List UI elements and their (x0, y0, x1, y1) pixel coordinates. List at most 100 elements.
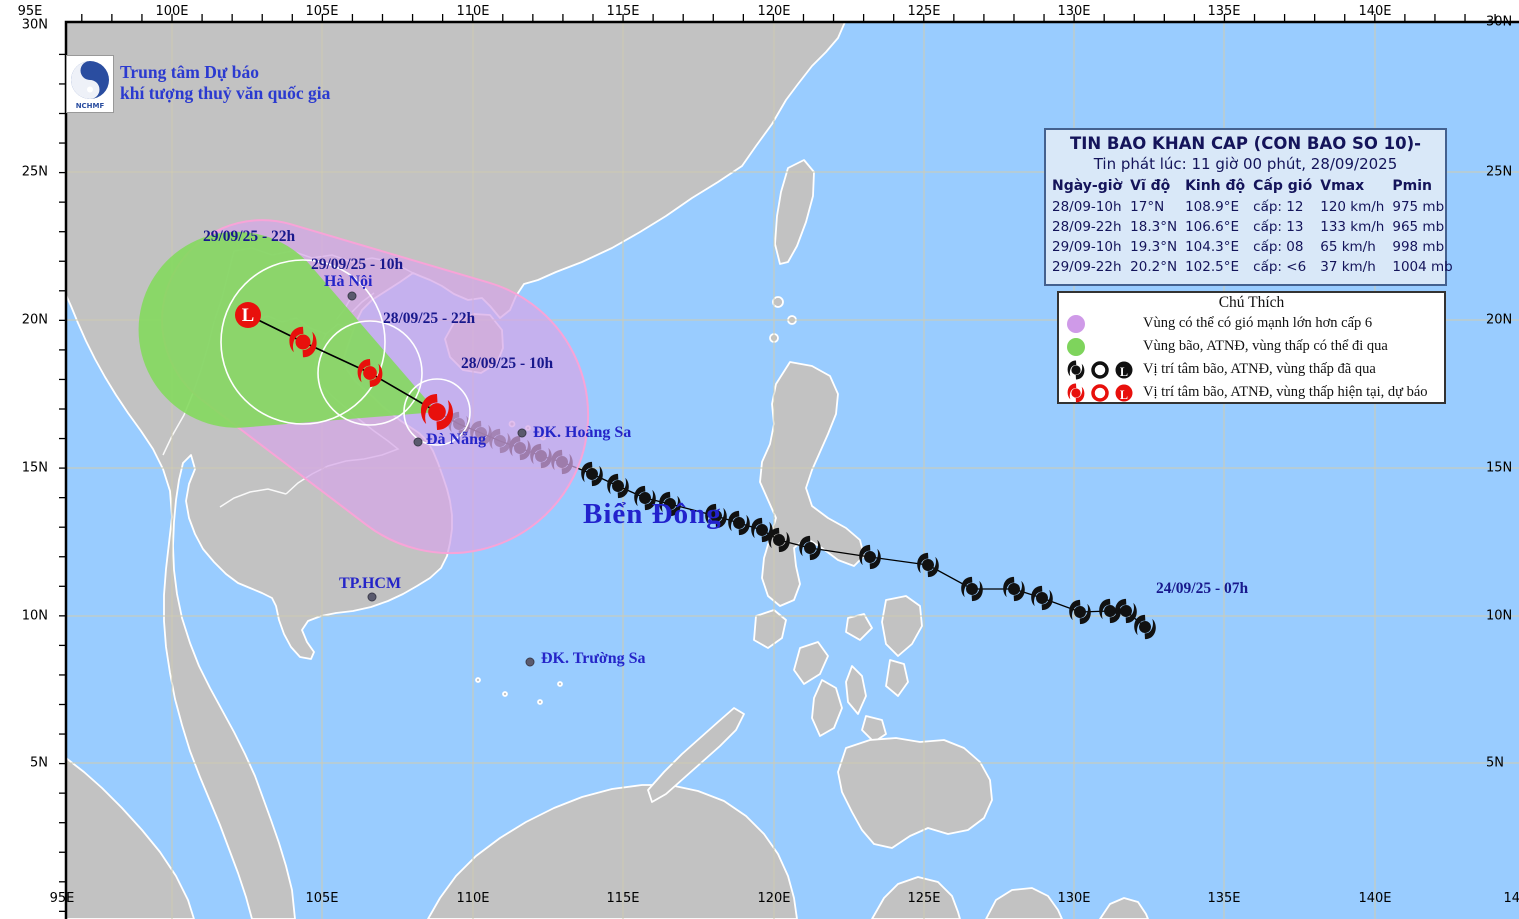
nchmf-logo-emblem: NCHMF (71, 61, 109, 110)
axis-label-left: 15N (21, 460, 48, 476)
axis-label-right: 20N (1486, 312, 1513, 328)
legend-item-icons: L (1059, 359, 1143, 381)
bulletin-issued-time: Tin phát lúc: 11 giờ 00 phút, 28/09/2025 (1093, 155, 1398, 173)
axis-label-left: 25N (21, 164, 48, 180)
city-dot (517, 428, 527, 438)
table-row: 29/09-10h 19.3°N 104.3°E cấp: 08 65 km/h 998 … (1046, 237, 1455, 257)
table-cell: 108.9°E (1185, 199, 1239, 215)
spratly-islet (557, 681, 563, 687)
table-cell: 106.6°E (1185, 219, 1239, 235)
svg-text:L: L (242, 305, 254, 326)
axis-label-bottom: 110E (456, 891, 490, 906)
table-cell: 65 km/h (1320, 239, 1376, 255)
logo-text: NCHMF (76, 102, 105, 110)
axis-label-top: 135E (1207, 4, 1241, 19)
spratly-islet (537, 699, 543, 705)
axis-label-bottom: 125E (907, 891, 941, 906)
table-cell: 19.3°N (1130, 239, 1178, 255)
table-cell: 29/09-22h (1052, 259, 1122, 275)
legend-item-icons (1059, 313, 1143, 335)
axis-label-top: 120E (757, 4, 791, 19)
legend-item-label: Vùng bão, ATNĐ, vùng thấp có thể đi qua (1143, 338, 1388, 354)
axis-label-bottom: 140E (1358, 891, 1392, 906)
table-cell: 998 mb (1392, 239, 1445, 255)
legend-item-icons: L (1059, 382, 1143, 404)
zone-purple-icon (1067, 314, 1085, 333)
axis-label-top: 140E (1358, 4, 1392, 19)
date-label: 28/09/25 - 10h (461, 355, 554, 372)
low-past-icon: L (1115, 361, 1133, 379)
axis-label-right: 25N (1486, 164, 1513, 180)
date-label: 28/09/25 - 22h (383, 310, 476, 327)
table-cell: cấp: 12 (1253, 199, 1304, 215)
axis-label-bottom: 135E (1207, 891, 1241, 906)
table-cell: 18.3°N (1130, 219, 1178, 235)
ring-past-icon (1091, 360, 1109, 379)
axis-label-right: 30N (1486, 14, 1513, 30)
svg-text:L: L (1120, 365, 1128, 379)
storm-glyph (1067, 360, 1085, 379)
agency-line2: khí tượng thuỷ văn quốc gia (120, 83, 331, 103)
table-column-header: Cấp gió (1253, 178, 1313, 194)
axis-label-top: 100E (155, 4, 189, 19)
axis-label-left: 10N (21, 608, 48, 624)
agency-line1: Trung tâm Dự báo (120, 62, 260, 82)
city-label: Hà Nội (324, 273, 373, 290)
axis-label-right: 15N (1486, 460, 1513, 476)
sea-name-label: Biển Đông (583, 498, 722, 530)
table-column-header: Pmin (1392, 178, 1432, 194)
table-cell: 965 mb (1392, 219, 1445, 235)
table-cell: 37 km/h (1320, 259, 1376, 275)
date-label: 24/09/25 - 07h (1156, 580, 1249, 597)
axis-label-right: 5N (1486, 755, 1504, 771)
legend-item: Vùng bão, ATNĐ, vùng thấp có thể đi qua (1059, 335, 1444, 358)
table-row: 29/09-22h 20.2°N 102.5°E cấp: <6 37 km/h 1004… (1046, 257, 1455, 277)
legend-item: Vùng có thể có gió mạnh lớn hơn cấp 6 (1059, 312, 1444, 335)
table-cell: 975 mb (1392, 199, 1445, 215)
axis-label-left: 30N (21, 17, 48, 33)
axis-label-top: 130E (1057, 4, 1091, 19)
storm-bulletin-box: TIN BAO KHAN CAP (CON BAO SO 10)- Tin ph… (1044, 128, 1453, 286)
legend-item: L Vị trí tâm bão, ATNĐ, vùng thấp đã qua (1059, 358, 1444, 381)
table-row: 28/09-22h 18.3°N 106.6°E cấp: 13 133 km/h 965… (1046, 217, 1455, 237)
date-label: 29/09/25 - 10h (311, 256, 404, 273)
storm-track-map: L NCHMF Trung tâm Dự báo khí tượng thuỷ … (0, 0, 1519, 919)
axis-label-top: 110E (456, 4, 490, 19)
low-glyph: L (1115, 384, 1133, 402)
legend-title: Chú Thích (1218, 294, 1285, 311)
table-cell: 133 km/h (1320, 219, 1385, 235)
axis-label-bottom: 95E (49, 891, 75, 906)
axis-label-right: 10N (1486, 608, 1513, 624)
table-column-header: Vĩ độ (1130, 178, 1171, 194)
city-dot (413, 437, 423, 447)
legend-item: L Vị trí tâm bão, ATNĐ, vùng thấp hiện tạ… (1059, 381, 1444, 404)
low-pressure-marker: L (235, 302, 261, 328)
table-cell: 20.2°N (1130, 259, 1178, 275)
table-cell: cấp: <6 (1253, 259, 1307, 275)
zone-green-icon (1067, 337, 1085, 356)
city-dot (525, 657, 535, 667)
table-column-header: Vmax (1320, 178, 1365, 194)
legend-item-label: Vị trí tâm bão, ATNĐ, vùng thấp đã qua (1143, 361, 1376, 377)
table-cell: cấp: 13 (1253, 219, 1304, 235)
nchmf-logo: NCHMF (66, 55, 114, 113)
low-glyph: L (1115, 361, 1133, 379)
legend-item-icons (1059, 336, 1143, 358)
axis-label-top: 115E (606, 4, 640, 19)
table-cell: 120 km/h (1320, 199, 1385, 215)
table-cell: 104.3°E (1185, 239, 1239, 255)
axis-label-left: 20N (21, 312, 48, 328)
legend-box: Chú Thích Vùng có thể có gió mạnh lớn hơ… (1057, 291, 1446, 404)
agency-title: Trung tâm Dự báo khí tượng thuỷ văn quốc… (120, 62, 330, 104)
axis-label-left: 5N (30, 755, 48, 771)
ring-now-icon (1091, 383, 1109, 402)
table-cell: 29/09-10h (1052, 239, 1122, 255)
spratly-islet (502, 691, 508, 697)
storm-data-table: Ngày-giờ Vĩ độ Kinh độ Cấp gió Vmax Pmin 28/0… (1046, 176, 1455, 277)
low-now-icon: L (1115, 384, 1133, 402)
city-dot (347, 291, 357, 301)
spratly-islet (475, 677, 481, 683)
axis-label-bottom: 120E (757, 891, 791, 906)
svg-text:L: L (1120, 388, 1128, 402)
city-label: TP.HCM (339, 575, 402, 592)
